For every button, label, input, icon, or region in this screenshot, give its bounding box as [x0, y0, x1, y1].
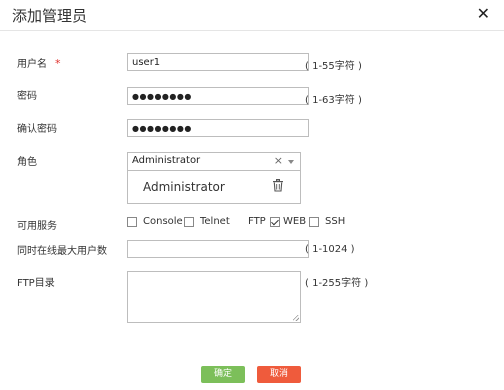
checkbox-console[interactable] [127, 217, 137, 227]
password-input[interactable] [127, 87, 309, 105]
chevron-down-icon[interactable] [288, 160, 294, 164]
ok-button[interactable]: 确定 [201, 366, 245, 383]
username-label-text: 用户名 [17, 59, 47, 70]
add-admin-dialog: 添加管理员 ✕ 用户名 * ( 1-55字符 ) 密码 ( 1-63字符 ) 确认… [0, 0, 504, 390]
close-icon[interactable]: ✕ [477, 4, 490, 23]
confirm-password-label: 确认密码 [17, 124, 57, 135]
ftp-dir-textarea[interactable] [127, 271, 301, 323]
max-online-input[interactable] [127, 240, 309, 258]
trash-icon[interactable] [272, 179, 284, 192]
checkbox-ftp[interactable] [270, 217, 280, 227]
services-label: 可用服务 [17, 221, 57, 232]
password-hint: ( 1-63字符 ) [305, 95, 362, 106]
resize-grip-icon[interactable] [293, 315, 299, 321]
role-label: 角色 [17, 157, 37, 168]
service-label-ssh: SSH [325, 216, 346, 227]
password-label: 密码 [17, 91, 37, 102]
selected-role-item: Administrator [143, 180, 225, 194]
service-label-console: Console [143, 216, 183, 227]
role-select[interactable]: Administrator × [127, 152, 301, 171]
ftp-dir-hint: ( 1-255字符 ) [305, 278, 369, 289]
username-label: 用户名 * [17, 55, 61, 70]
checkbox-telnet[interactable] [184, 217, 194, 227]
max-online-label: 同时在线最大用户数 [17, 246, 107, 257]
checkbox-web[interactable] [309, 217, 319, 227]
service-label-telnet: Telnet [200, 216, 230, 227]
selected-roles-list: Administrator [127, 170, 301, 204]
cancel-button[interactable]: 取消 [257, 366, 301, 383]
required-mark: * [55, 57, 61, 70]
role-selected-value: Administrator [132, 155, 201, 166]
username-input[interactable] [127, 53, 309, 71]
dialog-header: 添加管理员 ✕ [0, 0, 504, 31]
confirm-password-input[interactable] [127, 119, 309, 137]
dialog-title: 添加管理员 [12, 7, 88, 25]
ftp-dir-label: FTP目录 [17, 278, 55, 289]
username-hint: ( 1-55字符 ) [305, 61, 362, 72]
service-label-web: WEB [283, 216, 307, 227]
clear-selection-icon[interactable]: × [274, 154, 283, 167]
max-online-hint: ( 1-1024 ) [305, 244, 355, 255]
service-label-ftp: FTP [248, 216, 266, 227]
